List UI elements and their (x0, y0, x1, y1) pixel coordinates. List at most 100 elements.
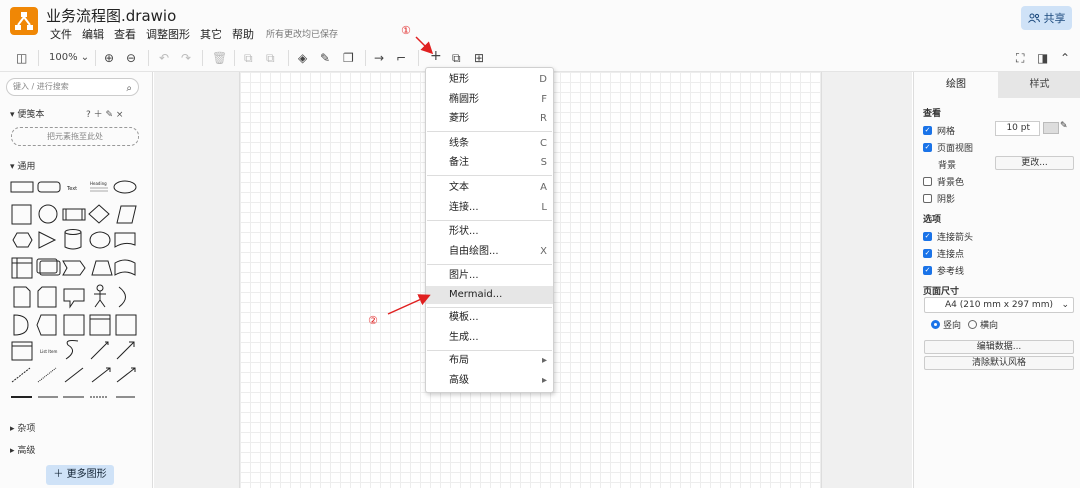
menu-item-label: 模板... (449, 312, 479, 323)
menu-edit[interactable]: 编辑 (82, 26, 104, 42)
to-front-icon[interactable]: ⧉ (244, 51, 253, 65)
connection-points-checkbox[interactable]: ✓ 连接点 (923, 247, 964, 260)
document-title[interactable]: 业务流程图.drawio (46, 5, 176, 26)
svg-text:Text: Text (66, 186, 77, 192)
shortcut-key: A (540, 182, 547, 193)
menu-item-image[interactable]: 图片... (426, 267, 553, 285)
line-color-icon[interactable]: ✎ (320, 51, 330, 65)
waypoints-icon[interactable]: ⌐ (396, 51, 406, 65)
redo-icon[interactable]: ↷ (181, 51, 191, 65)
menu-item-label: 布局 (449, 355, 469, 366)
scratchpad-header[interactable]: ▾ 便笺本 (10, 107, 44, 120)
shortcut-key: X (540, 246, 547, 257)
menu-bar: 文件 编辑 查看 调整图形 其它 帮助 所有更改均已保存 (50, 26, 348, 42)
menu-item-advanced[interactable]: 高级 ▸ (426, 372, 553, 390)
insert-plus-icon[interactable]: + (430, 49, 442, 63)
menu-item-generate[interactable]: 生成... (426, 329, 553, 347)
fullscreen-icon[interactable]: ⛶ (1016, 51, 1024, 65)
clear-default-style-button[interactable]: 清除默认风格 (924, 356, 1074, 370)
menu-item-shapes[interactable]: 形状... (426, 223, 553, 241)
shortcut-key: F (541, 94, 547, 105)
shortcut-key: S (540, 157, 547, 168)
general-title: 通用 (17, 162, 36, 172)
conn-points-label: 连接点 (937, 250, 965, 260)
submenu-arrow-icon: ▸ (541, 375, 547, 386)
delete-icon[interactable]: 🗑 (212, 51, 227, 65)
menu-help[interactable]: 帮助 (232, 26, 254, 42)
menu-extras[interactable]: 其它 (200, 26, 222, 42)
edit-data-button[interactable]: 编辑数据... (924, 340, 1074, 354)
more-shapes-label: 更多图形 (66, 469, 107, 480)
fill-color-icon[interactable]: ◈ (298, 51, 307, 65)
grid-size-input[interactable]: 10 pt (995, 121, 1040, 136)
grid-color-swatch[interactable] (1043, 122, 1059, 134)
zoom-select[interactable]: 100% ⌄ (49, 51, 89, 65)
insert-menu: 矩形 D 椭圆形 F 菱形 R 线条 C 备注 S 文本 A 连接... L 形状... 自由… (425, 67, 554, 393)
guides-label: 参考线 (937, 267, 965, 277)
shadow-icon[interactable]: ❐ (343, 51, 354, 65)
background-color-checkbox[interactable]: 背景色 (923, 175, 964, 188)
bg-color-label: 背景色 (937, 178, 965, 188)
submenu-arrow-icon: ▸ (541, 355, 547, 366)
annotation-1: ① (401, 24, 411, 37)
menu-arrange[interactable]: 调整图形 (146, 26, 190, 42)
menu-item-label: 线条 (449, 138, 469, 149)
zoom-out-icon[interactable]: ⊖ (126, 51, 136, 65)
grid-checkbox[interactable]: ✓ 网格 (923, 124, 955, 137)
shapes-sidebar: 键入 / 进行搜索 ⌕ ▾ 便笺本 ? ＋ ✎ × 把元素拖至此处 ▾ 通用 T… (0, 72, 153, 488)
menu-item-label: 连接... (449, 202, 479, 213)
undo-icon[interactable]: ↶ (159, 51, 169, 65)
shortcut-key: D (539, 74, 547, 85)
guides-checkbox[interactable]: ✓ 参考线 (923, 264, 964, 277)
advanced-header[interactable]: ▸ 高级 (10, 443, 35, 456)
menu-item-template[interactable]: 模板... (426, 309, 553, 327)
change-background-button[interactable]: 更改... (995, 156, 1074, 170)
panel-toggle-icon[interactable]: ◨ (1037, 51, 1048, 65)
menu-item-mermaid[interactable]: Mermaid... (426, 286, 553, 304)
connection-icon[interactable]: → (374, 51, 384, 65)
share-button[interactable]: 共享 (1021, 6, 1072, 30)
menu-item-layout[interactable]: 布局 ▸ (426, 352, 553, 370)
menu-item-label: 自由绘图... (449, 246, 499, 257)
shortcut-key: R (540, 113, 547, 124)
scratchpad-drop-zone[interactable]: 把元素拖至此处 (11, 127, 139, 146)
shape-search-input[interactable]: 键入 / 进行搜索 ⌕ (6, 78, 139, 96)
more-shapes-button[interactable]: ＋ 更多图形 (46, 465, 114, 485)
table-icon[interactable]: ⊞ (474, 51, 484, 65)
connection-arrows-checkbox[interactable]: ✓ 连接箭头 (923, 230, 973, 243)
tab-diagram[interactable]: 绘图 (914, 72, 998, 98)
shapes-icon[interactable]: ⧉ (452, 51, 461, 65)
collapse-icon[interactable]: ⌃ (1060, 51, 1070, 65)
menu-item-link[interactable]: 连接... L (426, 199, 553, 217)
portrait-radio[interactable]: 竖向 (931, 318, 961, 331)
landscape-radio[interactable]: 横向 (968, 318, 998, 331)
misc-header[interactable]: ▸ 杂项 (10, 421, 35, 434)
menu-item-rhombus[interactable]: 菱形 R (426, 110, 553, 128)
page-view-checkbox[interactable]: ✓ 页面视图 (923, 141, 973, 154)
header-bar: 业务流程图.drawio 文件 编辑 查看 调整图形 其它 帮助 所有更改均已保… (0, 0, 1080, 44)
shadow-checkbox[interactable]: 阴影 (923, 192, 955, 205)
edit-grid-icon[interactable]: ✎ (1060, 121, 1068, 131)
search-icon[interactable]: ⌕ (126, 81, 132, 97)
to-back-icon[interactable]: ⧉ (266, 51, 275, 65)
menu-item-label: 形状... (449, 226, 479, 237)
paper-size-select[interactable]: A4 (210 mm x 297 mm) ⌄ (924, 297, 1074, 313)
menu-item-line[interactable]: 线条 C (426, 135, 553, 153)
menu-item-ellipse[interactable]: 椭圆形 F (426, 91, 553, 109)
menu-file[interactable]: 文件 (50, 26, 72, 42)
menu-item-label: 图片... (449, 270, 479, 281)
search-placeholder: 键入 / 进行搜索 (13, 82, 69, 91)
zoom-in-icon[interactable]: ⊕ (104, 51, 114, 65)
menu-view[interactable]: 查看 (114, 26, 136, 42)
menu-item-note[interactable]: 备注 S (426, 154, 553, 172)
tab-style[interactable]: 样式 (998, 72, 1080, 98)
landscape-label: 横向 (980, 321, 999, 331)
general-header[interactable]: ▾ 通用 (10, 159, 35, 172)
advanced-title: 高级 (17, 446, 36, 456)
scratchpad-tools[interactable]: ? ＋ ✎ × (86, 107, 123, 120)
format-panel-icon[interactable]: ◫ (16, 51, 27, 65)
menu-item-freehand[interactable]: 自由绘图... X (426, 243, 553, 261)
menu-item-text[interactable]: 文本 A (426, 179, 553, 197)
shape-palette[interactable]: Text Heading List Item (8, 175, 142, 401)
menu-item-rectangle[interactable]: 矩形 D (426, 71, 553, 89)
